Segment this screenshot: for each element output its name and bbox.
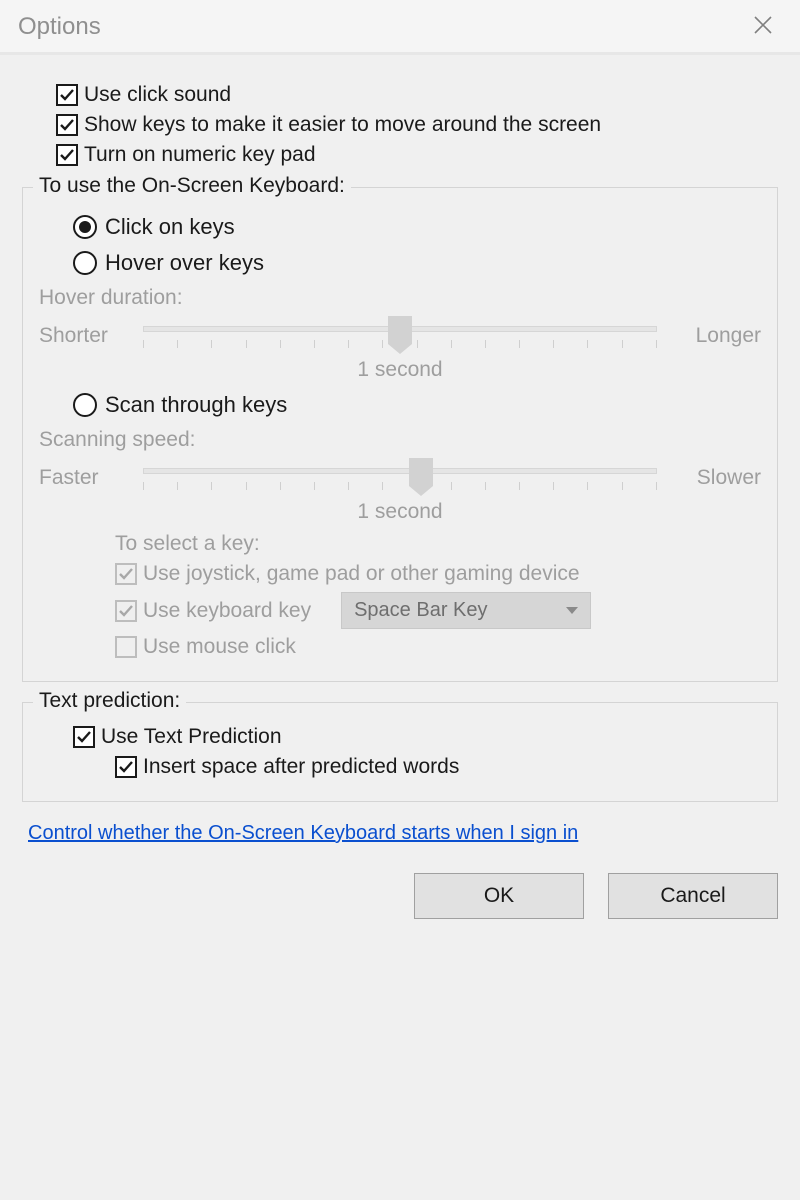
scan-slider-right-label: Slower [675, 466, 761, 490]
check-icon [115, 756, 137, 778]
scan-slider-left-label: Faster [39, 466, 125, 490]
keyboard-key-select: Space Bar Key [341, 592, 591, 629]
check-icon [56, 144, 78, 166]
check-icon [115, 563, 137, 585]
radio-hover-over-keys[interactable]: Hover over keys [73, 250, 761, 276]
radio-icon [73, 251, 97, 275]
checkbox-label: Use click sound [84, 83, 231, 107]
ok-button[interactable]: OK [414, 873, 584, 919]
check-icon [115, 636, 137, 658]
checkbox-numeric-pad[interactable]: Turn on numeric key pad [56, 143, 778, 167]
scanning-speed-value: 1 second [39, 500, 761, 524]
content-area: Use click sound Show keys to make it eas… [0, 55, 800, 863]
checkbox-click-sound[interactable]: Use click sound [56, 83, 778, 107]
checkbox-label: Use mouse click [143, 635, 296, 659]
radio-label: Hover over keys [105, 250, 264, 276]
checkbox-label: Use joystick, game pad or other gaming d… [143, 562, 580, 586]
close-icon[interactable] [744, 10, 782, 44]
signin-settings-link[interactable]: Control whether the On-Screen Keyboard s… [28, 822, 578, 845]
hover-duration-value: 1 second [39, 358, 761, 382]
checkbox-use-keyboard-key: Use keyboard key Space Bar Key [115, 592, 761, 629]
radio-label: Click on keys [105, 214, 235, 240]
titlebar: Options [0, 0, 800, 55]
checkbox-label: Use keyboard key [143, 599, 311, 623]
checkbox-show-keys[interactable]: Show keys to make it easier to move arou… [56, 113, 778, 137]
check-icon [73, 726, 95, 748]
group-text-prediction: Text prediction: Use Text Prediction Ins… [22, 702, 778, 802]
cancel-button[interactable]: Cancel [608, 873, 778, 919]
checkbox-insert-space[interactable]: Insert space after predicted words [115, 755, 761, 779]
dialog-footer: OK Cancel [0, 863, 800, 919]
select-key-caption: To select a key: [115, 532, 761, 556]
hover-slider-right-label: Longer [675, 324, 761, 348]
check-icon [56, 114, 78, 136]
hover-duration-caption: Hover duration: [39, 286, 761, 310]
scanning-speed-caption: Scanning speed: [39, 428, 761, 452]
chevron-down-icon [566, 607, 578, 614]
hover-duration-block: Hover duration: Shorter Longer 1 second [39, 286, 761, 382]
check-icon [56, 84, 78, 106]
group-use-osk: To use the On-Screen Keyboard: Click on … [22, 187, 778, 682]
checkbox-use-joystick: Use joystick, game pad or other gaming d… [115, 562, 761, 586]
hover-slider-left-label: Shorter [39, 324, 125, 348]
checkbox-use-text-prediction[interactable]: Use Text Prediction [73, 725, 761, 749]
checkbox-label: Insert space after predicted words [143, 755, 459, 779]
select-value: Space Bar Key [354, 599, 487, 622]
checkbox-label: Show keys to make it easier to move arou… [84, 113, 601, 137]
scanning-speed-slider [143, 458, 657, 498]
group-legend: To use the On-Screen Keyboard: [33, 174, 351, 198]
checkbox-label: Use Text Prediction [101, 725, 282, 749]
radio-label: Scan through keys [105, 392, 287, 418]
window-title: Options [18, 13, 101, 41]
radio-icon [73, 215, 97, 239]
check-icon [115, 600, 137, 622]
checkbox-use-mouse-click: Use mouse click [115, 635, 761, 659]
group-legend: Text prediction: [33, 689, 186, 713]
slider-thumb-icon [388, 316, 412, 344]
checkbox-label: Turn on numeric key pad [84, 143, 316, 167]
radio-click-on-keys[interactable]: Click on keys [73, 214, 761, 240]
radio-scan-through-keys[interactable]: Scan through keys [73, 392, 761, 418]
slider-thumb-icon [409, 458, 433, 486]
radio-icon [73, 393, 97, 417]
hover-duration-slider [143, 316, 657, 356]
scanning-speed-block: Scanning speed: Faster Slower 1 second [39, 428, 761, 524]
